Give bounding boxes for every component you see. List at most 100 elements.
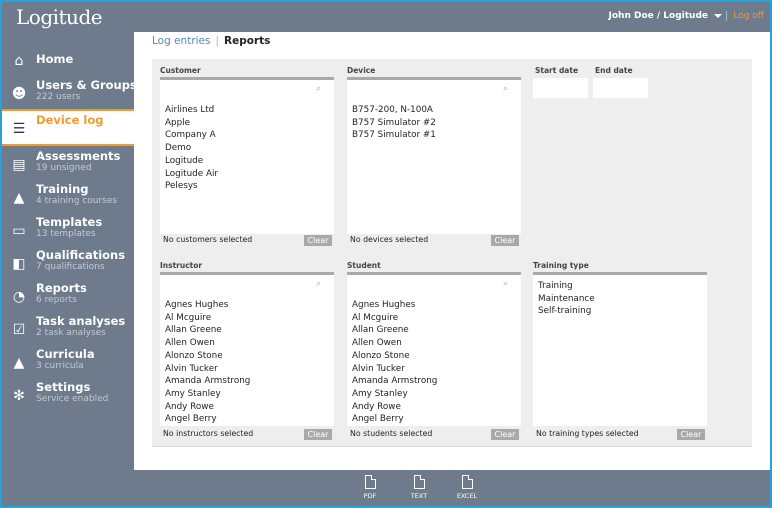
list-item[interactable]: Alonzo Stone xyxy=(165,350,329,363)
sidebar-item-qualifications[interactable]: ◧ Qualifications 7 qualifications xyxy=(2,246,134,279)
training-type-header: Training type xyxy=(533,261,589,270)
pdf-file-icon xyxy=(364,475,376,489)
end-date-input[interactable] xyxy=(593,78,648,98)
list-item[interactable]: Agnes Hughes xyxy=(165,299,329,312)
search-icon[interactable]: ⌕ xyxy=(503,84,513,94)
users-icon: ☻ xyxy=(11,86,27,102)
list-item[interactable]: Airlines Ltd xyxy=(165,104,329,117)
list-item[interactable]: Training xyxy=(538,280,702,293)
main-content: Log entries | Reports Customer ⌕ Airlines … xyxy=(134,32,770,470)
list-item[interactable]: Company A xyxy=(165,129,329,142)
sidebar-item-label: Curricula xyxy=(36,347,95,361)
breadcrumb-log-entries[interactable]: Log entries xyxy=(152,35,211,47)
search-icon[interactable]: ⌕ xyxy=(503,279,513,289)
list-item[interactable]: Alvin Tucker xyxy=(165,363,329,376)
device-list[interactable]: ⌕ B757-200, N-100A B757 Simulator #2 B75… xyxy=(347,80,521,234)
device-clear-button[interactable]: Clear xyxy=(491,235,519,246)
clipboard-icon: ▤ xyxy=(12,157,26,173)
pie-chart-icon: ◔ xyxy=(12,289,26,305)
list-item[interactable]: Amy Stanley xyxy=(165,388,329,401)
gears-icon: ✻ xyxy=(13,388,25,404)
student-list[interactable]: ⌕ Agnes Hughes Al Mcguire Allan Greene A… xyxy=(347,275,521,426)
list-item[interactable]: Andy Rowe xyxy=(165,401,329,414)
sidebar-item-sub: 6 reports xyxy=(36,295,77,305)
sidebar-item-label: Task analyses xyxy=(36,314,126,328)
student-header: Student xyxy=(347,261,381,270)
list-item[interactable]: Allan Greene xyxy=(352,324,516,337)
sidebar-item-assessments[interactable]: ▤ Assessments 19 unsigned xyxy=(2,147,134,180)
instructor-list[interactable]: ⌕ Agnes Hughes Al Mcguire Allan Greene A… xyxy=(160,275,334,426)
list-item[interactable]: Amanda Armstrong xyxy=(165,375,329,388)
customer-list[interactable]: ⌕ Airlines Ltd Apple Company A Demo Logi… xyxy=(160,80,334,234)
customer-clear-button[interactable]: Clear xyxy=(304,235,332,246)
student-clear-button[interactable]: Clear xyxy=(491,429,519,440)
list-item[interactable]: Agnes Hughes xyxy=(352,299,516,312)
sidebar-item-label: Templates xyxy=(36,215,103,229)
list-item[interactable]: Alvin Tucker xyxy=(352,363,516,376)
start-date-input[interactable] xyxy=(533,78,588,98)
list-item[interactable]: Amy Stanley xyxy=(352,388,516,401)
instructor-clear-button[interactable]: Clear xyxy=(304,429,332,440)
start-date-filter: Start date xyxy=(533,66,588,100)
training-type-clear-button[interactable]: Clear xyxy=(677,429,705,440)
list-item[interactable]: Angel Berry xyxy=(352,413,516,423)
sidebar-item-sub: 2 task analyses xyxy=(36,328,106,338)
user-menu[interactable]: John Doe / Logitude xyxy=(609,11,722,21)
device-filter: Device ⌕ B757-200, N-100A B757 Simulator… xyxy=(347,66,521,246)
list-item[interactable]: Allen Owen xyxy=(165,337,329,350)
student-items: Agnes Hughes Al Mcguire Allan Greene All… xyxy=(352,299,516,423)
certificate-icon: ◧ xyxy=(12,256,26,272)
training-type-list[interactable]: Training Maintenance Self-training xyxy=(533,275,707,426)
sidebar-item-label: Device log xyxy=(36,113,104,127)
sidebar-item-sub: 19 unsigned xyxy=(36,163,92,173)
customer-status: No customers selected xyxy=(163,235,253,244)
list-item[interactable]: Andy Rowe xyxy=(352,401,516,414)
list-item[interactable]: Maintenance xyxy=(538,293,702,306)
sidebar-item-settings[interactable]: ✻ Settings Service enabled xyxy=(2,378,134,411)
search-icon[interactable]: ⌕ xyxy=(316,84,326,94)
logoff-link[interactable]: Log off xyxy=(726,11,764,21)
start-date-label: Start date xyxy=(535,66,579,75)
device-status: No devices selected xyxy=(350,235,429,244)
sidebar-item-curricula[interactable]: ▲ Curricula 3 curricula xyxy=(2,345,134,378)
app-logo[interactable]: Logitude xyxy=(16,5,103,29)
export-pdf-label: PDF xyxy=(363,492,377,500)
list-item[interactable]: Self-training xyxy=(538,305,702,318)
sidebar-item-training[interactable]: ▲ Training 4 training courses xyxy=(2,180,134,213)
list-item[interactable]: Logitude xyxy=(165,155,329,168)
list-item[interactable]: Alonzo Stone xyxy=(352,350,516,363)
list-item[interactable]: Pelesys xyxy=(165,180,329,193)
sidebar-item-label: Reports xyxy=(36,281,87,295)
student-filter: Student ⌕ Agnes Hughes Al Mcguire Allan … xyxy=(347,261,521,441)
sidebar-item-templates[interactable]: ▭ Templates 13 templates xyxy=(2,213,134,246)
graduation-cap-icon: ▲ xyxy=(13,190,25,206)
search-icon[interactable]: ⌕ xyxy=(316,279,326,289)
training-type-filter: Training type Training Maintenance Self-… xyxy=(533,261,707,441)
list-item[interactable]: Allen Owen xyxy=(352,337,516,350)
list-item[interactable]: Amanda Armstrong xyxy=(352,375,516,388)
sidebar-item-task-analyses[interactable]: ☑ Task analyses 2 task analyses xyxy=(2,312,134,345)
sidebar-item-reports[interactable]: ◔ Reports 6 reports xyxy=(2,279,134,312)
sidebar-item-label: Assessments xyxy=(36,149,121,163)
list-item[interactable]: Demo xyxy=(165,142,329,155)
list-item[interactable]: Allan Greene xyxy=(165,324,329,337)
list-item[interactable]: B757 Simulator #1 xyxy=(352,129,516,142)
list-item[interactable]: Apple xyxy=(165,117,329,130)
sidebar-item-home[interactable]: ⌂ Home xyxy=(2,43,134,76)
instructor-items: Agnes Hughes Al Mcguire Allan Greene All… xyxy=(165,299,329,423)
sidebar-item-device-log[interactable]: ☰ Device log xyxy=(2,109,134,146)
sidebar-item-label: Home xyxy=(36,52,74,66)
list-item[interactable]: Al Mcguire xyxy=(352,312,516,325)
breadcrumb: Log entries | Reports xyxy=(152,35,270,47)
list-item[interactable]: B757 Simulator #2 xyxy=(352,117,516,130)
list-item[interactable]: B757-200, N-100A xyxy=(352,104,516,117)
list-item[interactable]: Al Mcguire xyxy=(165,312,329,325)
sidebar-item-users[interactable]: ☻ Users & Groups 222 users xyxy=(2,76,137,109)
export-pdf-button[interactable]: PDF xyxy=(355,475,385,500)
instructor-status: No instructors selected xyxy=(163,429,254,438)
sidebar-item-sub: 222 users xyxy=(36,92,81,102)
export-text-button[interactable]: TEXT xyxy=(404,475,434,500)
export-excel-button[interactable]: EXCEL xyxy=(452,475,482,500)
list-item[interactable]: Angel Berry xyxy=(165,413,329,423)
list-item[interactable]: Logitude Air xyxy=(165,168,329,181)
